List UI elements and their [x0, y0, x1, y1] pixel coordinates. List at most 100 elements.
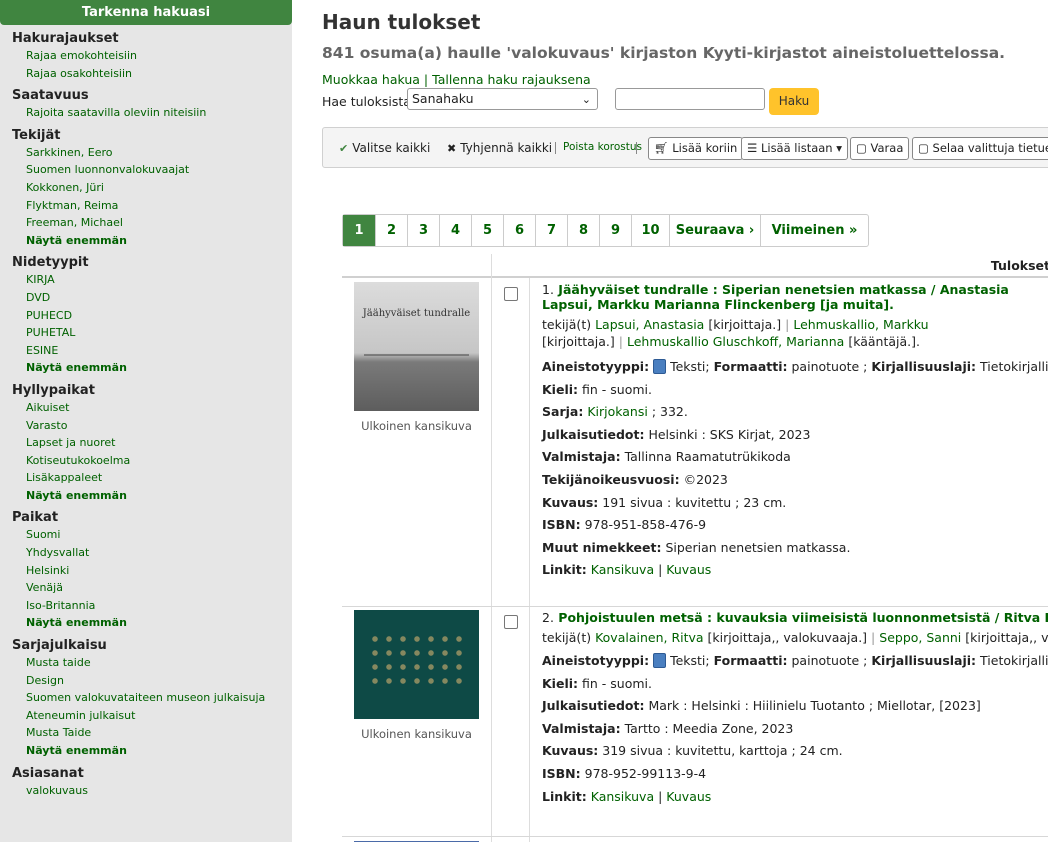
cover-image[interactable] [354, 610, 479, 719]
cart-icon: 🛒︎ [654, 141, 669, 155]
facet-link[interactable]: Suomi [26, 526, 280, 544]
page-link-8[interactable]: 8 [568, 215, 600, 246]
facet-link[interactable]: PUHETAL [26, 324, 280, 342]
page-link-2[interactable]: 2 [376, 215, 408, 246]
author-link[interactable]: Seppo, Sanni [879, 630, 961, 645]
facet-link[interactable]: Rajaa osakohteisiin [26, 65, 280, 83]
results-header: Tulokset [342, 254, 1048, 278]
cover-link[interactable]: Kansikuva [591, 562, 654, 577]
genre-value: Tietokirjallisuus [980, 653, 1048, 668]
page-link-4[interactable]: 4 [440, 215, 472, 246]
facet-heading: Nidetyypit [12, 255, 89, 271]
publication-label: Julkaisutiedot: [542, 698, 645, 714]
clear-all-button[interactable]: ✖ Tyhjennä kaikki [447, 128, 552, 169]
place-hold-button[interactable]: ▢ Varaa [850, 137, 910, 160]
facet-link[interactable]: Musta Taide [26, 724, 280, 742]
facet-link[interactable]: Suomen valokuvataiteen museon julkaisuja [26, 689, 280, 707]
remove-highlight-link[interactable]: Poista korostus [563, 128, 642, 169]
page-link-10[interactable]: 10 [632, 215, 670, 246]
facet-link[interactable]: Rajaa emokohteisiin [26, 47, 280, 65]
description-link[interactable]: Kuvaus [666, 789, 711, 804]
facet-heading: Sarjajulkaisu [12, 638, 107, 654]
series-link[interactable]: Kirjokansi [587, 404, 648, 419]
page-link-3[interactable]: 3 [408, 215, 440, 246]
authors-prefix: tekijä(t) [542, 317, 592, 332]
add-to-list-button[interactable]: ☰ Lisää listaan ▾ [741, 137, 849, 160]
facet-nidetyypit: Nidetyypit KIRJA DVD PUHECD PUHETAL ESIN… [0, 249, 292, 377]
select-checkbox[interactable] [504, 615, 518, 629]
page-link-9[interactable]: 9 [600, 215, 632, 246]
facet-link[interactable]: DVD [26, 289, 280, 307]
author-link[interactable]: Lapsui, Anastasia [595, 317, 704, 332]
browse-selected-button[interactable]: ▢ Selaa valittuja tietueita [912, 137, 1048, 160]
page-link-5[interactable]: 5 [472, 215, 504, 246]
facet-link[interactable]: Venäjä [26, 579, 280, 597]
edit-search-link[interactable]: Muokkaa hakua [322, 72, 420, 87]
result-title-link[interactable]: 1. Jäähyväiset tundralle : Siperian nene… [542, 282, 1048, 312]
show-more-link[interactable]: Näytä enemmän [26, 487, 280, 505]
facet-link[interactable]: valokuvaus [26, 782, 280, 800]
search-type-value: Sanahaku [412, 91, 474, 106]
page-link-7[interactable]: 7 [536, 215, 568, 246]
last-page-link[interactable]: Viimeinen » [761, 215, 868, 246]
facet-link[interactable]: Aikuiset [26, 399, 280, 417]
page-link-1[interactable]: 1 [343, 215, 376, 246]
facet-link[interactable]: Lisäkappaleet [26, 469, 280, 487]
link-separator: | [658, 788, 663, 804]
facet-link[interactable]: Helsinki [26, 562, 280, 580]
result-row: Jäähyväiset tundralle Ulkoinen kansikuva… [342, 280, 1048, 607]
search-input[interactable] [615, 88, 765, 110]
show-more-link[interactable]: Näytä enemmän [26, 614, 280, 632]
author-link[interactable]: Gluschkoff, Marianna [713, 334, 845, 349]
facet-link[interactable]: Varasto [26, 417, 280, 435]
facet-link[interactable]: PUHECD [26, 307, 280, 325]
select-checkbox[interactable] [504, 287, 518, 301]
next-page-link[interactable]: Seuraava › [670, 215, 761, 246]
facet-link[interactable]: Yhdysvallat [26, 544, 280, 562]
facet-link[interactable]: Kotiseutukokoelma [26, 452, 280, 470]
facet-link[interactable]: Iso-Britannia [26, 597, 280, 615]
author-separator: | [871, 630, 876, 645]
facet-link[interactable]: Sarkkinen, Eero [26, 144, 280, 162]
sidebar-title: Tarkenna hakuasi [0, 0, 292, 25]
other-titles-value: Siperian nenetsien matkassa. [665, 539, 851, 555]
facet-link[interactable]: Suomen luonnonvalokuvaajat [26, 161, 280, 179]
show-more-link[interactable]: Näytä enemmän [26, 232, 280, 250]
cover-caption: Ulkoinen kansikuva [361, 727, 472, 741]
facet-link[interactable]: Flyktman, Reima [26, 197, 280, 215]
type-label: Aineistotyyppi: [542, 359, 650, 374]
show-more-link[interactable]: Näytä enemmän [26, 359, 280, 377]
description-link[interactable]: Kuvaus [666, 562, 711, 577]
cover-image[interactable]: Jäähyväiset tundralle [354, 282, 479, 411]
facet-heading: Tekijät [12, 127, 61, 143]
facet-link[interactable]: Musta taide [26, 654, 280, 672]
author-link[interactable]: Kovalainen, Ritva [595, 630, 703, 645]
description-label: Kuvaus: [542, 743, 599, 759]
facet-link[interactable]: ESINE [26, 342, 280, 360]
add-to-cart-button[interactable]: 🛒︎ Lisää koriin [648, 137, 744, 160]
facet-link[interactable]: Freeman, Michael [26, 214, 280, 232]
show-more-link[interactable]: Näytä enemmän [26, 742, 280, 760]
add-to-list-label: Lisää listaan [760, 141, 833, 155]
page-link-6[interactable]: 6 [504, 215, 536, 246]
save-search-link[interactable]: Tallenna haku rajauksena [432, 72, 591, 87]
search-type-select[interactable]: Sanahaku ⌄ [407, 88, 598, 110]
search-button[interactable]: Haku [769, 88, 819, 115]
facet-heading: Saatavuus [12, 88, 89, 104]
select-all-button[interactable]: ✔ Valitse kaikki [339, 128, 430, 169]
facet-saatavuus: Saatavuus Rajoita saatavilla oleviin nit… [0, 82, 292, 122]
result-title-link[interactable]: 2. Pohjoistuulen metsä : kuvauksia viime… [542, 610, 1048, 625]
cover-link[interactable]: Kansikuva [591, 789, 654, 804]
facet-link[interactable]: Design [26, 672, 280, 690]
facet-link[interactable]: Ateneumin julkaisut [26, 707, 280, 725]
type-label: Aineistotyyppi: [542, 653, 650, 668]
facet-link[interactable]: Rajoita saatavilla oleviin niteisiin [26, 104, 280, 122]
book-icon [653, 653, 667, 668]
facet-link[interactable]: Lapset ja nuoret [26, 434, 280, 452]
author-link[interactable]: Lehmuskallio, Markku [793, 317, 928, 332]
type-value: Teksti; [670, 359, 710, 374]
description-value: 191 sivua : kuvitettu ; 23 cm. [602, 494, 787, 510]
facet-link[interactable]: Kokkonen, Jüri [26, 179, 280, 197]
facets-sidebar: Tarkenna hakuasi Hakurajaukset Rajaa emo… [0, 0, 292, 842]
author-link[interactable]: Lehmuskallio [627, 334, 709, 349]
